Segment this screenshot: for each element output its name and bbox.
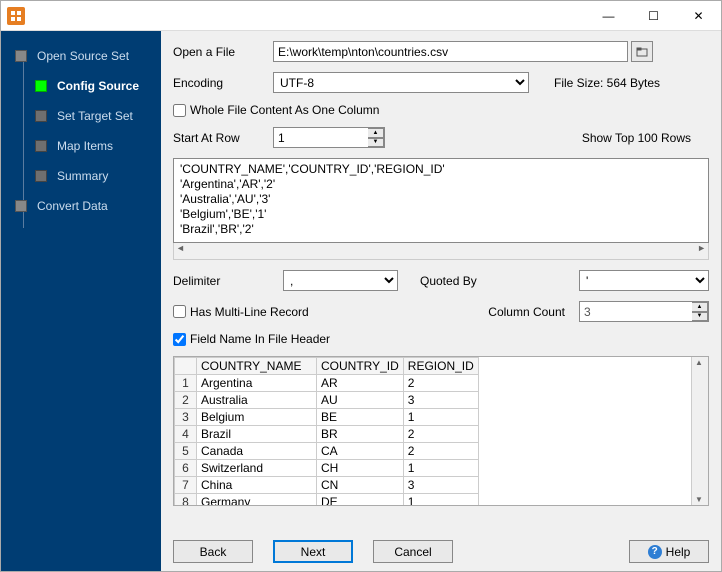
column-header[interactable]: COUNTRY_NAME [197,358,317,375]
table-row[interactable]: 2AustraliaAU3 [175,392,479,409]
table-row[interactable]: 1ArgentinaAR2 [175,375,479,392]
sidebar-item-label: Config Source [57,79,139,93]
column-header[interactable]: REGION_ID [403,358,478,375]
sidebar-item-config-source[interactable]: Config Source [1,71,161,101]
filesize-label: File Size: 564 Bytes [554,76,660,90]
file-preview[interactable]: 'COUNTRY_NAME','COUNTRY_ID','REGION_ID' … [173,158,709,243]
fieldname-checkbox[interactable]: Field Name In File Header [173,332,330,346]
colcount-input [579,301,709,322]
spin-up-icon: ▲ [692,302,708,312]
maximize-button[interactable]: ☐ [631,1,676,31]
next-button[interactable]: Next [273,540,353,563]
browse-button[interactable] [631,41,653,62]
horizontal-scrollbar[interactable] [173,243,709,260]
data-table: COUNTRY_NAME COUNTRY_ID REGION_ID 1Argen… [173,356,709,506]
encoding-select[interactable]: UTF-8 [273,72,529,93]
filepath-input[interactable] [273,41,628,62]
sidebar-item-label: Map Items [57,139,113,153]
table-row[interactable]: 6SwitzerlandCH1 [175,460,479,477]
help-icon: ? [648,545,662,559]
table-row[interactable]: 7ChinaCN3 [175,477,479,494]
delimiter-label: Delimiter [173,274,273,288]
sidebar-item-label: Summary [57,169,108,183]
colcount-label: Column Count [488,305,565,319]
encoding-label: Encoding [173,76,273,90]
sidebar-item-open-source[interactable]: Open Source Set [1,41,161,71]
quoted-label: Quoted By [420,274,477,288]
cancel-button[interactable]: Cancel [373,540,453,563]
table-row[interactable]: 8GermanyDE1 [175,494,479,506]
open-file-label: Open a File [173,45,273,59]
table-row[interactable]: 5CanadaCA2 [175,443,479,460]
start-row-label: Start At Row [173,131,273,145]
close-button[interactable]: ✕ [676,1,721,31]
back-button[interactable]: Back [173,540,253,563]
sidebar: Open Source Set Config Source Set Target… [1,31,161,571]
row-header [175,358,197,375]
multiline-checkbox[interactable]: Has Multi-Line Record [173,305,309,319]
whole-file-checkbox[interactable]: Whole File Content As One Column [173,103,379,117]
sidebar-item-map-items[interactable]: Map Items [1,131,161,161]
spin-up-icon[interactable]: ▲ [368,128,384,138]
app-icon [7,7,25,25]
sidebar-item-summary[interactable]: Summary [1,161,161,191]
show-top-rows-label: Show Top 100 Rows [582,131,709,145]
vertical-scrollbar[interactable] [691,357,708,505]
sidebar-item-label: Convert Data [37,199,108,213]
folder-icon [636,46,648,58]
spin-down-icon: ▼ [692,312,708,322]
sidebar-item-label: Set Target Set [57,109,133,123]
sidebar-item-convert-data[interactable]: Convert Data [1,191,161,221]
table-row[interactable]: 3BelgiumBE1 [175,409,479,426]
sidebar-item-set-target[interactable]: Set Target Set [1,101,161,131]
table-row[interactable]: 4BrazilBR2 [175,426,479,443]
help-button[interactable]: ?Help [629,540,709,563]
titlebar: — ☐ ✕ [1,1,721,31]
delimiter-select[interactable]: , [283,270,398,291]
spin-down-icon[interactable]: ▼ [368,138,384,148]
minimize-button[interactable]: — [586,1,631,31]
sidebar-item-label: Open Source Set [37,49,129,63]
content: Open a File Encoding UTF-8 File Size: 56… [161,31,721,571]
quoted-select[interactable]: ' [579,270,709,291]
column-header[interactable]: COUNTRY_ID [317,358,404,375]
